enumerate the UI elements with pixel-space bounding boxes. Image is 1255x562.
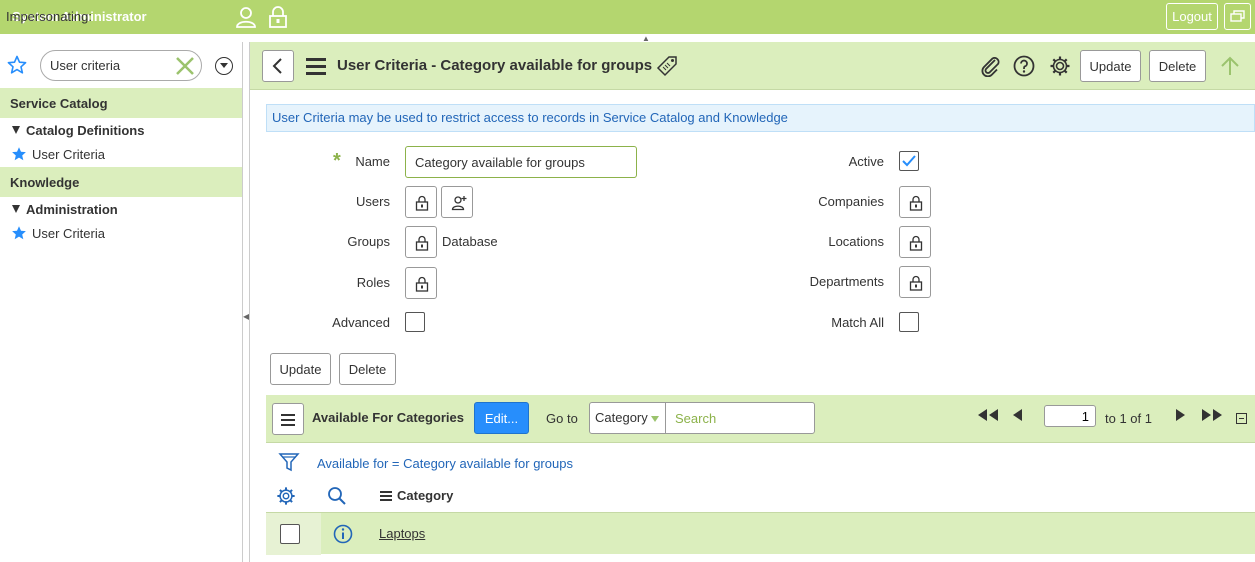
gear-icon[interactable] (1049, 55, 1071, 80)
users-label: Users (356, 194, 390, 209)
delete-button-bottom[interactable]: Delete (339, 353, 396, 385)
list-personalize-gear-icon[interactable] (276, 486, 296, 509)
tag-icon[interactable] (656, 55, 678, 80)
update-button[interactable]: Update (1080, 50, 1141, 82)
form-pane: User Criteria - Category available for g… (249, 42, 1255, 562)
match-all-label: Match All (831, 315, 884, 330)
help-icon[interactable] (1013, 55, 1035, 80)
related-list-title: Available For Categories (312, 410, 464, 425)
advanced-checkbox[interactable] (405, 312, 425, 332)
list-search-input[interactable] (665, 402, 815, 434)
clear-filter-icon[interactable] (175, 56, 195, 79)
form-header: User Criteria - Category available for g… (250, 42, 1255, 90)
lock-icon (909, 235, 923, 251)
filter-breadcrumb[interactable]: Available for = Category available for g… (317, 456, 573, 471)
name-label: Name (355, 154, 390, 169)
departments-unlock-button[interactable] (899, 266, 931, 298)
expand-triangle-icon (12, 126, 20, 134)
form-title: User Criteria - Category available for g… (337, 57, 653, 74)
groups-label: Groups (347, 234, 390, 249)
match-all-checkbox[interactable] (899, 312, 919, 332)
previous-page-icon[interactable] (1011, 407, 1025, 426)
lock-icon (909, 275, 923, 291)
column-menu-icon (380, 495, 392, 497)
nav-module-user-criteria[interactable]: User Criteria (0, 222, 242, 246)
edit-button[interactable]: Edit... (474, 402, 529, 434)
page-number-input[interactable] (1044, 405, 1096, 427)
collapse-list-icon[interactable] (1236, 413, 1247, 424)
first-page-icon[interactable] (975, 407, 1001, 426)
roles-label: Roles (356, 275, 390, 290)
lock-icon (415, 195, 429, 211)
column-search-icon[interactable] (327, 486, 347, 509)
checkmark-icon (902, 155, 916, 167)
logout-button[interactable]: Logout (1166, 3, 1218, 30)
favorite-star-icon (12, 147, 26, 161)
attachment-icon[interactable] (980, 55, 1002, 80)
nav-group-label: Administration (26, 202, 118, 217)
companies-label: Companies (818, 194, 884, 209)
back-button[interactable] (262, 50, 294, 82)
navigator-options-icon[interactable] (215, 57, 233, 75)
application-navigator: Service Catalog Catalog Definitions User… (0, 42, 243, 562)
advanced-label: Advanced (332, 315, 390, 330)
groups-value: Database (442, 234, 498, 249)
related-list-header: Available For Categories Edit... Go to C… (266, 395, 1255, 443)
last-page-icon[interactable] (1199, 407, 1225, 426)
name-field[interactable] (405, 146, 637, 178)
filter-funnel-icon[interactable] (278, 451, 300, 476)
locations-label: Locations (828, 234, 884, 249)
users-unlock-button[interactable] (405, 186, 437, 218)
favorites-star-icon[interactable] (7, 55, 27, 78)
active-checkbox[interactable] (899, 151, 919, 171)
lock-icon (909, 195, 923, 211)
companies-unlock-button[interactable] (899, 186, 931, 218)
expand-triangle-icon (12, 205, 20, 213)
locations-unlock-button[interactable] (899, 226, 931, 258)
navigator-filter-bar (0, 42, 242, 88)
category-link[interactable]: Laptops (379, 526, 425, 541)
delete-button[interactable]: Delete (1149, 50, 1206, 82)
active-label: Active (848, 154, 884, 169)
chevron-left-icon (272, 58, 282, 74)
user-icon[interactable] (235, 6, 257, 31)
row-checkbox[interactable] (280, 524, 300, 544)
impersonation-banner: Impersonating: System Administrator Logou… (0, 0, 1255, 34)
nav-app-service-catalog[interactable]: Service Catalog (0, 88, 242, 118)
nav-module-user-criteria[interactable]: User Criteria (0, 143, 242, 167)
nav-module-label: User Criteria (32, 226, 105, 241)
favorite-star-icon (12, 226, 26, 240)
nav-module-label: User Criteria (32, 147, 105, 162)
window-toggle-button[interactable] (1224, 3, 1251, 30)
nav-app-knowledge[interactable]: Knowledge (0, 167, 242, 197)
roles-unlock-button[interactable] (405, 267, 437, 299)
goto-field-select[interactable]: Category (589, 402, 666, 434)
lock-icon (415, 235, 429, 251)
groups-unlock-button[interactable] (405, 226, 437, 258)
nav-group-administration[interactable]: Administration (0, 197, 242, 222)
category-column-header[interactable]: Category (380, 488, 453, 503)
nav-group-catalog-definitions[interactable]: Catalog Definitions (0, 118, 242, 143)
info-message: User Criteria may be used to restrict ac… (266, 104, 1255, 132)
table-row: Laptops (266, 512, 1255, 555)
lock-icon (415, 276, 429, 292)
next-page-icon[interactable] (1173, 407, 1187, 426)
form-context-menu-icon[interactable] (306, 58, 326, 79)
page-total: to 1 of 1 (1105, 411, 1152, 426)
lock-icon[interactable] (268, 6, 288, 31)
add-user-icon (451, 196, 467, 211)
nav-group-label: Catalog Definitions (26, 123, 145, 138)
required-asterisk-icon: * (333, 150, 341, 172)
departments-label: Departments (809, 274, 884, 289)
column-header-label: Category (397, 488, 454, 503)
record-info-icon[interactable] (333, 524, 353, 547)
window-icon (1230, 10, 1245, 22)
impersonation-text: Impersonating: System Administrator (6, 9, 147, 24)
users-add-me-button[interactable] (441, 186, 473, 218)
arrow-up-icon[interactable] (1219, 55, 1241, 80)
impersonating-label: Impersonating: (6, 9, 92, 24)
update-button-bottom[interactable]: Update (270, 353, 331, 385)
goto-label: Go to (546, 411, 578, 426)
list-context-menu-button[interactable] (272, 403, 304, 435)
